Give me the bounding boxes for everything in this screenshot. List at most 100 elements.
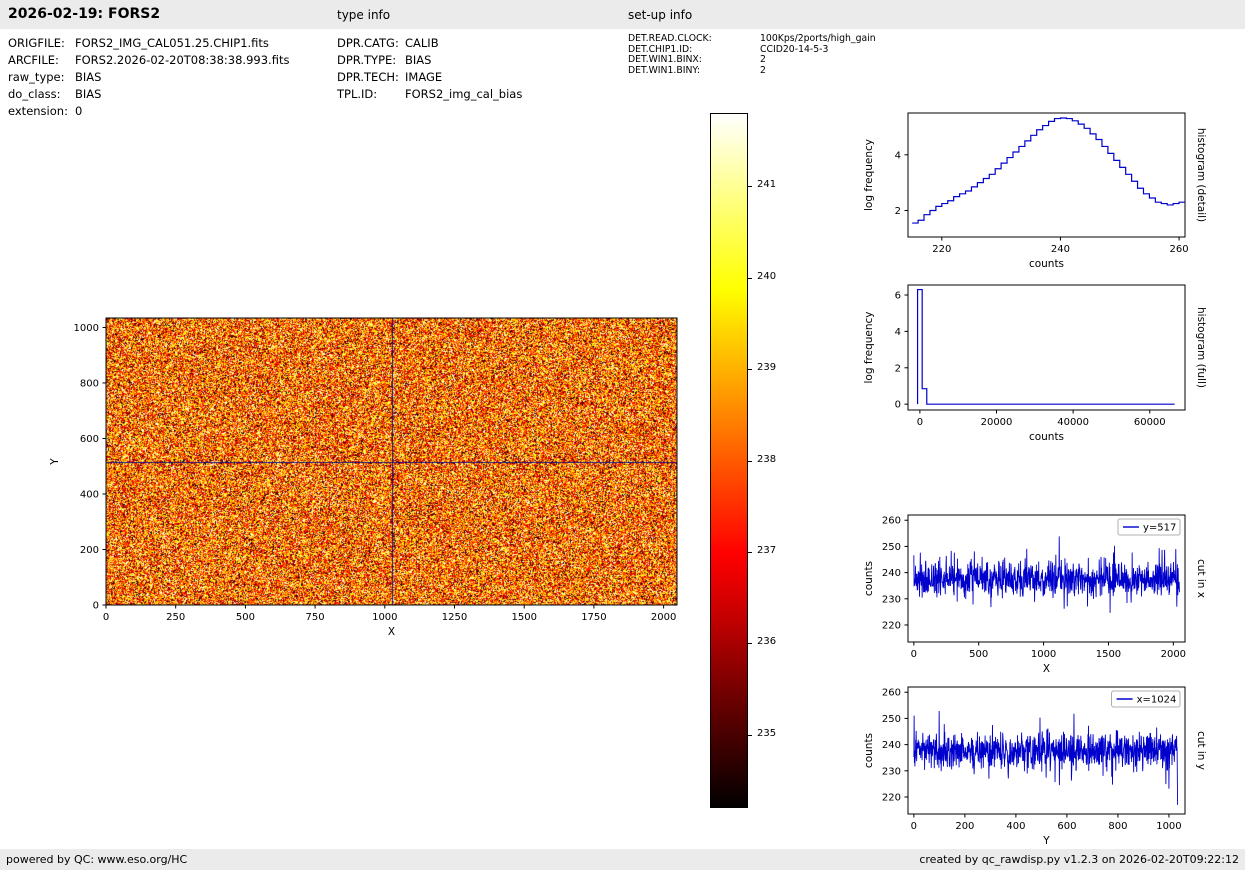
svg-text:0: 0 [911,821,917,832]
type-info-heading: type info [337,8,390,22]
svg-text:1000: 1000 [372,612,397,623]
setup-info-block: DET.READ.CLOCK: 100Kps/2ports/high_gain … [628,34,876,77]
colorbar-tick [748,278,752,279]
svg-text:20000: 20000 [981,417,1013,428]
svg-text:240: 240 [1051,244,1070,255]
colorbar-tick-label: 237 [757,545,776,556]
colorbar-tick [748,552,752,553]
svg-text:500: 500 [236,612,255,623]
setup-info-heading: set-up info [628,8,692,22]
svg-text:250: 250 [882,542,901,553]
field-label: DPR.TECH: [337,69,405,86]
svg-text:230: 230 [882,594,901,605]
svg-text:2000: 2000 [651,612,676,623]
svg-text:x=1024: x=1024 [1137,695,1177,706]
svg-text:750: 750 [306,612,325,623]
qc-rawdisp-page: 2026-02-19: FORS2 type info set-up info … [0,0,1245,870]
field-label: extension: [8,103,75,120]
svg-text:200: 200 [80,545,99,556]
colorbar-tick-label: 238 [757,454,776,465]
svg-text:60000: 60000 [1134,417,1166,428]
svg-text:histogram (full): histogram (full) [1195,307,1207,388]
field-label: do_class: [8,86,75,103]
svg-text:220: 220 [882,792,901,803]
svg-text:cut in x: cut in x [1195,559,1207,598]
svg-text:2: 2 [895,206,901,217]
svg-text:260: 260 [882,688,901,699]
svg-text:2: 2 [895,363,901,374]
svg-text:230: 230 [882,766,901,777]
svg-text:0: 0 [103,612,109,623]
svg-text:1750: 1750 [581,612,606,623]
page-title: 2026-02-19: FORS2 [8,6,160,22]
svg-text:600: 600 [1057,821,1076,832]
svg-text:cut in y: cut in y [1195,731,1207,770]
svg-text:260: 260 [882,516,901,527]
svg-text:0: 0 [895,400,901,411]
header-bar: 2026-02-19: FORS2 type info set-up info [0,0,1245,29]
cut-x-plot: 0500100015002000220230240250260Xcountscu… [908,515,1185,642]
svg-text:200: 200 [955,821,974,832]
svg-text:log frequency: log frequency [863,139,875,211]
svg-text:4: 4 [895,150,901,161]
svg-text:counts: counts [863,561,875,596]
footer-right: created by qc_rawdisp.py v1.2.3 on 2026-… [919,849,1239,870]
colorbar-tick [748,643,752,644]
field-label: ARCFILE: [8,52,75,69]
svg-text:240: 240 [882,568,901,579]
svg-text:250: 250 [166,612,185,623]
type-info-block: DPR.CATG: CALIB DPR.TYPE: BIAS DPR.TECH:… [337,35,522,103]
hist-full-plot: 02000040000600000246countslog frequencyh… [908,285,1185,410]
svg-text:0: 0 [917,417,923,428]
colorbar-tick-label: 235 [757,728,776,739]
footer-bar: powered by QC: www.eso.org/HC created by… [0,849,1245,870]
svg-text:X: X [388,626,395,638]
colorbar-tick-label: 240 [757,271,776,282]
field-label: DET.WIN1.BINY: [628,66,760,77]
bias-image-plot: 0250500750100012501500175020000200400600… [106,318,677,605]
field-label: DPR.CATG: [337,35,405,52]
svg-text:220: 220 [882,620,901,631]
svg-text:1000: 1000 [74,323,99,334]
field-label: ORIGFILE: [8,35,75,52]
colorbar-gradient [710,113,748,808]
svg-text:1000: 1000 [1156,821,1181,832]
field-value: FORS2_IMG_CAL051.25.CHIP1.fits [75,35,289,52]
svg-text:Y: Y [49,458,61,466]
colorbar-tick-label: 236 [757,636,776,647]
svg-text:40000: 40000 [1057,417,1089,428]
svg-text:800: 800 [80,378,99,389]
svg-text:600: 600 [80,434,99,445]
svg-text:histogram (detail): histogram (detail) [1195,128,1207,222]
svg-text:1250: 1250 [442,612,467,623]
field-value: IMAGE [405,69,522,86]
field-value: FORS2_img_cal_bias [405,86,522,103]
colorbar-tick [748,186,752,187]
hist-detail-plot: 22024026024countslog frequencyhistogram … [908,113,1185,237]
svg-text:260: 260 [1170,244,1189,255]
svg-text:800: 800 [1108,821,1127,832]
svg-text:400: 400 [1006,821,1025,832]
svg-text:240: 240 [882,740,901,751]
svg-text:counts: counts [863,733,875,768]
colorbar-tick [748,735,752,736]
svg-text:log frequency: log frequency [863,311,875,383]
svg-text:y=517: y=517 [1143,523,1176,534]
file-info-block: ORIGFILE: FORS2_IMG_CAL051.25.CHIP1.fits… [8,35,289,120]
field-label: DPR.TYPE: [337,52,405,69]
field-value: 2 [760,66,876,77]
field-value: BIAS [75,86,289,103]
field-label: raw_type: [8,69,75,86]
colorbar: 235236237238239240241 [710,113,748,808]
field-value: BIAS [405,52,522,69]
field-label: TPL.ID: [337,86,405,103]
svg-text:4: 4 [895,327,901,338]
footer-left: powered by QC: www.eso.org/HC [6,849,187,870]
cut-y-plot: 02004006008001000220230240250260Ycountsc… [908,687,1185,814]
field-value: 0 [75,103,289,120]
field-value: FORS2.2026-02-20T08:38:38.993.fits [75,52,289,69]
colorbar-tick [748,461,752,462]
svg-text:1500: 1500 [511,612,536,623]
svg-text:0: 0 [93,601,99,612]
svg-text:250: 250 [882,714,901,725]
